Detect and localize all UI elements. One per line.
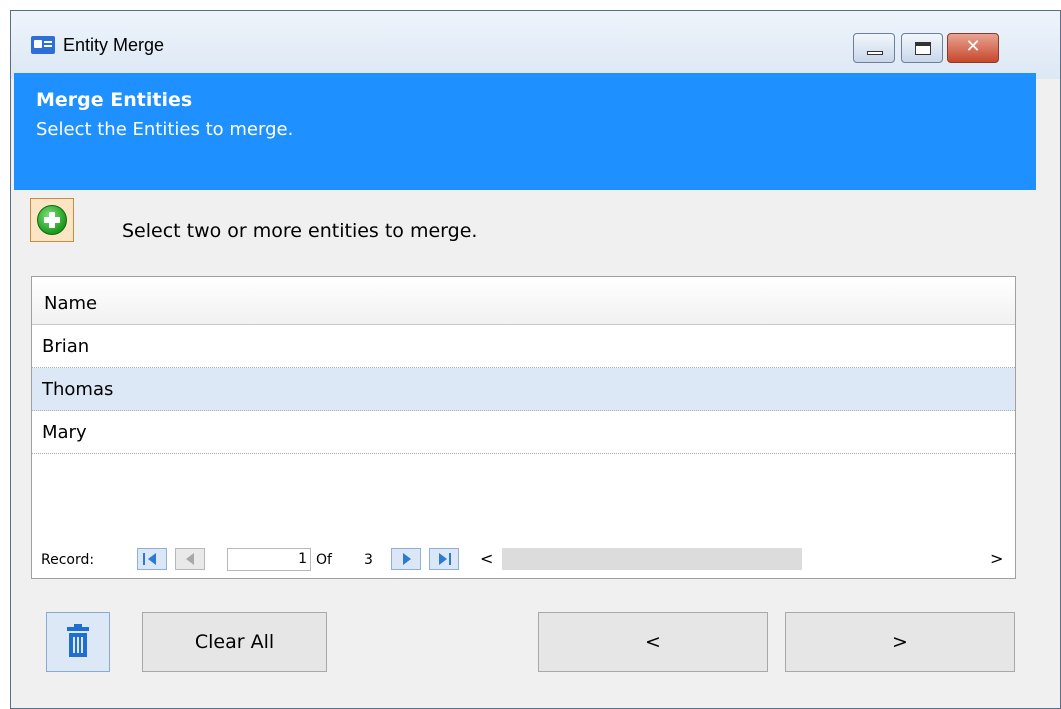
table-row[interactable]: Brian — [32, 325, 1015, 368]
horizontal-scrollbar-thumb[interactable] — [502, 548, 802, 570]
last-record-icon — [439, 553, 447, 565]
row-name: Brian — [42, 336, 90, 357]
column-header-name[interactable]: Name — [32, 277, 1015, 325]
add-circle-icon — [37, 205, 67, 235]
scroll-left-icon[interactable]: < — [480, 549, 493, 568]
next-button[interactable]: > — [785, 612, 1015, 672]
minimize-button[interactable] — [853, 33, 895, 63]
title-bar[interactable]: Entity Merge ✕ — [11, 11, 1060, 79]
previous-record-button[interactable] — [175, 548, 205, 570]
row-name: Thomas — [42, 379, 114, 400]
first-record-button[interactable] — [137, 548, 167, 570]
wizard-header: Merge Entities Select the Entities to me… — [14, 73, 1036, 190]
first-record-icon — [143, 553, 145, 565]
previous-record-icon — [186, 553, 194, 565]
record-navigator: Record: 1 Of 3 < > — [32, 546, 1015, 574]
last-record-button[interactable] — [429, 548, 459, 570]
close-icon: ✕ — [965, 36, 981, 57]
maximize-button[interactable] — [901, 33, 943, 63]
table-row[interactable]: Mary — [32, 411, 1015, 454]
of-label: Of — [316, 552, 332, 568]
header-title: Merge Entities — [36, 89, 193, 111]
window-title: Entity Merge — [63, 35, 165, 55]
current-record-input[interactable]: 1 — [227, 548, 311, 571]
back-button[interactable]: < — [538, 612, 768, 672]
close-button[interactable]: ✕ — [947, 33, 999, 63]
contact-card-icon — [31, 36, 55, 54]
scroll-right-icon[interactable]: > — [990, 549, 1003, 568]
next-record-button[interactable] — [391, 548, 421, 570]
delete-button[interactable] — [46, 612, 110, 672]
table-row-selected[interactable]: Thomas — [32, 368, 1015, 411]
next-record-icon — [403, 553, 411, 565]
column-header-label: Name — [44, 293, 98, 314]
total-records: 3 — [364, 552, 373, 568]
header-subtitle: Select the Entities to merge. — [36, 119, 294, 140]
instruction-text: Select two or more entities to merge. — [122, 220, 478, 242]
entity-grid: Name Brian Thomas Mary Record: 1 Of 3 < … — [31, 276, 1016, 579]
trash-icon — [67, 624, 89, 657]
record-label: Record: — [41, 552, 95, 568]
add-entity-button[interactable] — [30, 198, 74, 242]
row-name: Mary — [42, 422, 87, 443]
maximize-icon — [915, 42, 931, 55]
clear-all-button[interactable]: Clear All — [142, 612, 327, 672]
minimize-icon — [867, 51, 883, 55]
